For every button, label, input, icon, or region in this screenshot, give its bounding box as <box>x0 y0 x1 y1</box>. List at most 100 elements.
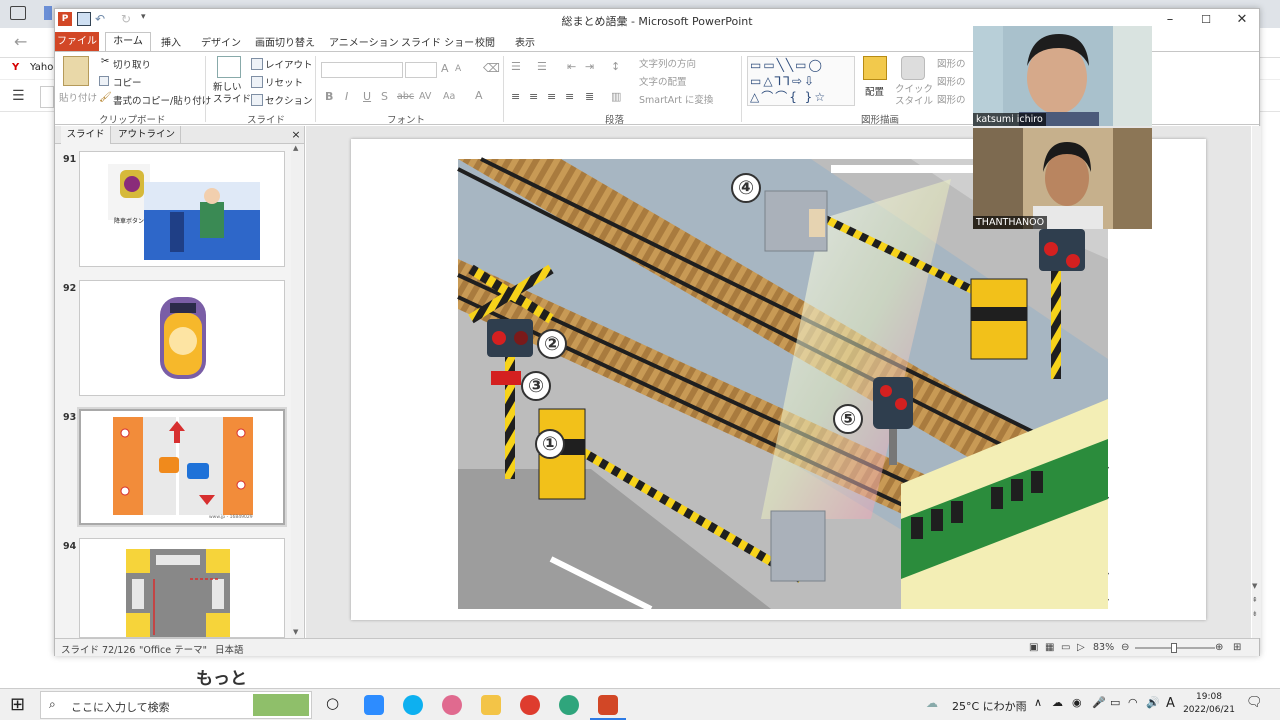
new-slide-icon[interactable] <box>217 56 241 78</box>
volume-icon[interactable]: 🔊 <box>1146 696 1160 709</box>
quick-styles-button[interactable]: クイック スタイル <box>895 84 933 108</box>
align-right-icon[interactable]: ≡ <box>547 90 556 103</box>
sorter-view-icon[interactable]: ▦ <box>1045 642 1054 653</box>
thumbnail-scrollbar[interactable]: ▲ ▼ <box>291 144 303 638</box>
outdent-icon[interactable]: ⇥ <box>585 60 594 73</box>
format-painter-button[interactable]: 書式のコピー/貼り付け <box>113 93 211 107</box>
tab-insert[interactable]: 挿入 <box>161 34 181 49</box>
shape-effects-button[interactable]: 図形の <box>937 92 966 106</box>
font-size-dropdown[interactable] <box>405 62 437 78</box>
tab-slideshow[interactable]: スライド ショー <box>401 34 474 49</box>
normal-view-icon[interactable]: ▣ <box>1029 642 1038 653</box>
arrange-icon[interactable] <box>863 56 887 80</box>
tab-outline-pane[interactable]: アウトライン <box>113 126 181 144</box>
slide-thumbnail-93[interactable]: www.jp - 16849029 <box>79 409 285 525</box>
menu-icon[interactable]: ☰ <box>12 88 25 104</box>
tab-animations[interactable]: アニメーション <box>329 34 399 49</box>
bullets-icon[interactable]: ☰ <box>511 60 521 73</box>
quick-styles-icon[interactable] <box>901 56 925 80</box>
fit-slide-icon[interactable]: ⊞ <box>1233 642 1241 653</box>
smartart-button[interactable]: SmartArt に変換 <box>639 92 713 106</box>
shadow-button[interactable]: S <box>381 90 388 103</box>
file-explorer-icon[interactable] <box>481 695 501 715</box>
strikethrough-button[interactable]: abc <box>397 91 414 102</box>
close-button[interactable]: ✕ <box>1231 11 1253 29</box>
tab-file[interactable]: ファイル <box>55 32 99 51</box>
chevron-up-icon[interactable]: ∧ <box>1034 696 1042 709</box>
task-view-icon[interactable]: ○ <box>326 694 339 712</box>
prev-slide-icon[interactable]: ⇞ <box>1252 596 1258 604</box>
new-slide-button[interactable]: 新しい スライド <box>213 82 251 106</box>
scroll-down-icon[interactable]: ▼ <box>1252 582 1257 590</box>
align-text-button[interactable]: 文字の配置 <box>639 74 687 88</box>
slide-thumbnail-92[interactable] <box>79 280 285 396</box>
paste-icon[interactable] <box>63 56 89 86</box>
zoom-level[interactable]: 83% <box>1093 642 1114 653</box>
skype-icon[interactable] <box>403 695 423 715</box>
battery-icon[interactable]: ▭ <box>1110 696 1120 709</box>
chrome-icon[interactable] <box>520 695 540 715</box>
windows-start-icon[interactable]: ⊞ <box>10 694 25 715</box>
language[interactable]: 日本語 <box>215 642 244 656</box>
numbering-icon[interactable]: ☰ <box>537 60 547 73</box>
zoom-slider-thumb[interactable] <box>1171 643 1177 653</box>
indent-icon[interactable]: ⇤ <box>567 60 576 73</box>
layout-button[interactable]: レイアウト <box>265 57 313 71</box>
taskbar-search[interactable]: ⌕ ここに入力して検索 <box>40 691 312 719</box>
bold-button[interactable]: B <box>325 90 333 103</box>
slideshow-view-icon[interactable]: ▷ <box>1077 642 1085 653</box>
underline-button[interactable]: U <box>363 90 371 103</box>
camera-icon[interactable]: ◉ <box>1072 696 1082 709</box>
microphone-icon[interactable]: 🎤 <box>1092 696 1106 709</box>
slide-thumbnail-91[interactable]: 降車ボタン <box>79 151 285 267</box>
clear-format-icon[interactable]: ⌫ <box>483 61 500 75</box>
shape-outline-button[interactable]: 図形の <box>937 74 966 88</box>
zoom-out-icon[interactable]: ⊖ <box>1121 642 1129 653</box>
section-button[interactable]: セクション <box>265 93 313 107</box>
page-input[interactable] <box>40 86 54 108</box>
theme-name[interactable]: "Office テーマ" <box>139 642 207 656</box>
arrange-button[interactable]: 配置 <box>865 84 884 98</box>
grow-font-button[interactable]: A <box>441 62 449 75</box>
cut-button[interactable]: 切り取り <box>113 57 151 71</box>
zoom-icon[interactable] <box>364 695 384 715</box>
zoom-slider[interactable] <box>1135 643 1215 653</box>
tab-home[interactable]: ホーム <box>105 32 151 51</box>
tab-actions-icon[interactable] <box>10 6 26 20</box>
reset-button[interactable]: リセット <box>265 75 303 89</box>
maximize-button[interactable]: ☐ <box>1195 11 1217 29</box>
align-left-icon[interactable]: ≡ <box>511 90 520 103</box>
back-icon[interactable]: ← <box>14 32 27 51</box>
tab-view[interactable]: 表示 <box>515 34 535 49</box>
wifi-icon[interactable]: ◠ <box>1128 696 1138 709</box>
align-center-icon[interactable]: ≡ <box>529 90 538 103</box>
font-name-dropdown[interactable] <box>321 62 403 78</box>
shapes-gallery[interactable]: ▭▭╲╲▭◯ ▭△⅂⅂⇨⇩ △⌒⌒{ }☆ <box>747 56 855 106</box>
columns-icon[interactable]: ▥ <box>611 90 621 103</box>
scroll-up-icon[interactable]: ▲ <box>293 144 298 152</box>
onedrive-icon[interactable]: ☁ <box>1052 696 1063 709</box>
tab-design[interactable]: デザイン <box>201 34 241 49</box>
shrink-font-button[interactable]: A <box>455 64 461 74</box>
notifications-icon[interactable]: 🗨 <box>1246 695 1263 710</box>
copy-button[interactable]: コピー <box>113 75 142 89</box>
scroll-down-icon[interactable]: ▼ <box>293 628 298 636</box>
justify-icon[interactable]: ≡ <box>565 90 574 103</box>
line-spacing-icon[interactable]: ↕ <box>611 60 620 73</box>
powerpoint-taskbar-icon[interactable] <box>598 695 618 715</box>
slide-thumbnail-94[interactable] <box>79 538 285 638</box>
char-spacing-button[interactable]: AV <box>419 91 431 102</box>
tab-review[interactable]: 校閲 <box>475 34 495 49</box>
close-pane-button[interactable]: × <box>289 126 303 144</box>
zoom-in-icon[interactable]: ⊕ <box>1215 642 1223 653</box>
reading-view-icon[interactable]: ▭ <box>1061 642 1070 653</box>
font-color-button[interactable]: A <box>475 89 483 102</box>
text-direction-button[interactable]: 文字列の方向 <box>639 56 696 70</box>
tab-transitions[interactable]: 画面切り替え <box>255 34 315 49</box>
next-slide-icon[interactable]: ⇟ <box>1252 610 1258 618</box>
edge-icon[interactable] <box>559 695 579 715</box>
slide-scrollbar[interactable]: ▼ ⇞ ⇟ <box>1252 126 1261 638</box>
clock[interactable]: 19:08 2022/06/21 <box>1182 691 1236 717</box>
change-case-button[interactable]: Aa <box>443 91 455 102</box>
tab-slides-pane[interactable]: スライド <box>61 126 111 144</box>
